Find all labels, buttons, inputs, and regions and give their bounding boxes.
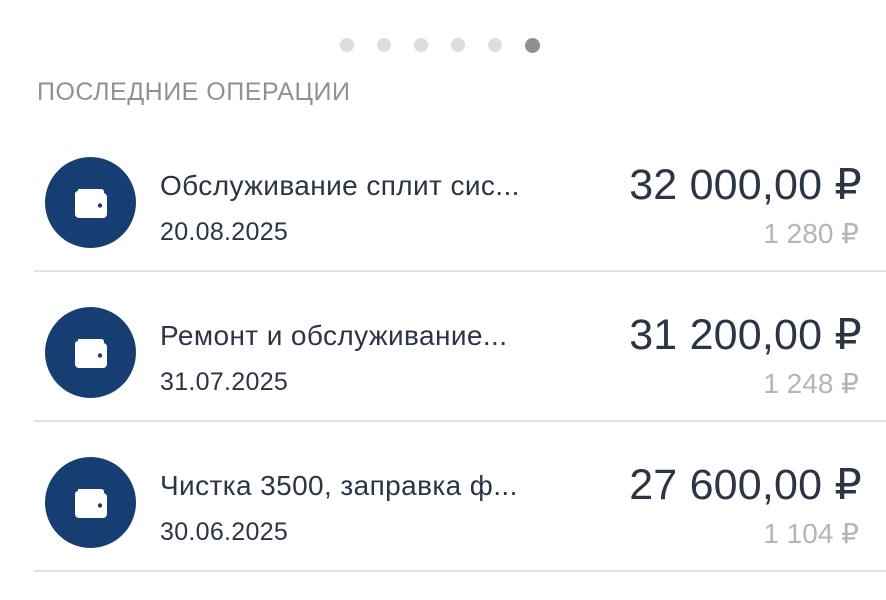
operations-list: Обслуживание сплит сис... 20.08.2025 32 … [0,122,886,572]
operation-amount: 31 200,00 ₽ [629,311,862,359]
page-dot-4[interactable] [451,38,465,52]
operation-date: 20.08.2025 [160,218,289,246]
operation-row[interactable]: Обслуживание сплит сис... 20.08.2025 32 … [0,122,886,272]
page-dot-1[interactable] [340,38,354,52]
operation-cashback: 1 104 ₽ [763,518,859,549]
operation-cashback: 1 280 ₽ [763,218,859,249]
wallet-icon [45,157,136,248]
operation-name: Ремонт и обслуживание... [160,320,508,351]
page-dot-2[interactable] [377,38,391,52]
operation-row[interactable]: Ремонт и обслуживание... 31.07.2025 31 2… [0,272,886,422]
wallet-icon [45,307,136,398]
page-dot-6-active[interactable] [525,37,540,53]
operation-cashback: 1 248 ₽ [763,368,859,399]
page-dot-5[interactable] [488,38,502,52]
wallet-icon [45,457,136,548]
operation-amount: 32 000,00 ₽ [629,161,862,209]
operation-date: 30.06.2025 [160,518,289,546]
operation-name: Обслуживание сплит сис... [160,170,520,201]
operation-row[interactable]: Чистка 3500, заправка ф... 30.06.2025 27… [0,422,886,572]
page-indicator[interactable] [340,37,540,53]
section-title: ПОСЛЕДНИЕ ОПЕРАЦИИ [37,78,351,106]
row-divider [34,570,886,572]
operation-amount: 27 600,00 ₽ [629,461,862,509]
operation-name: Чистка 3500, заправка ф... [160,470,518,501]
operation-date: 31.07.2025 [160,368,289,396]
page-dot-3[interactable] [414,38,428,52]
